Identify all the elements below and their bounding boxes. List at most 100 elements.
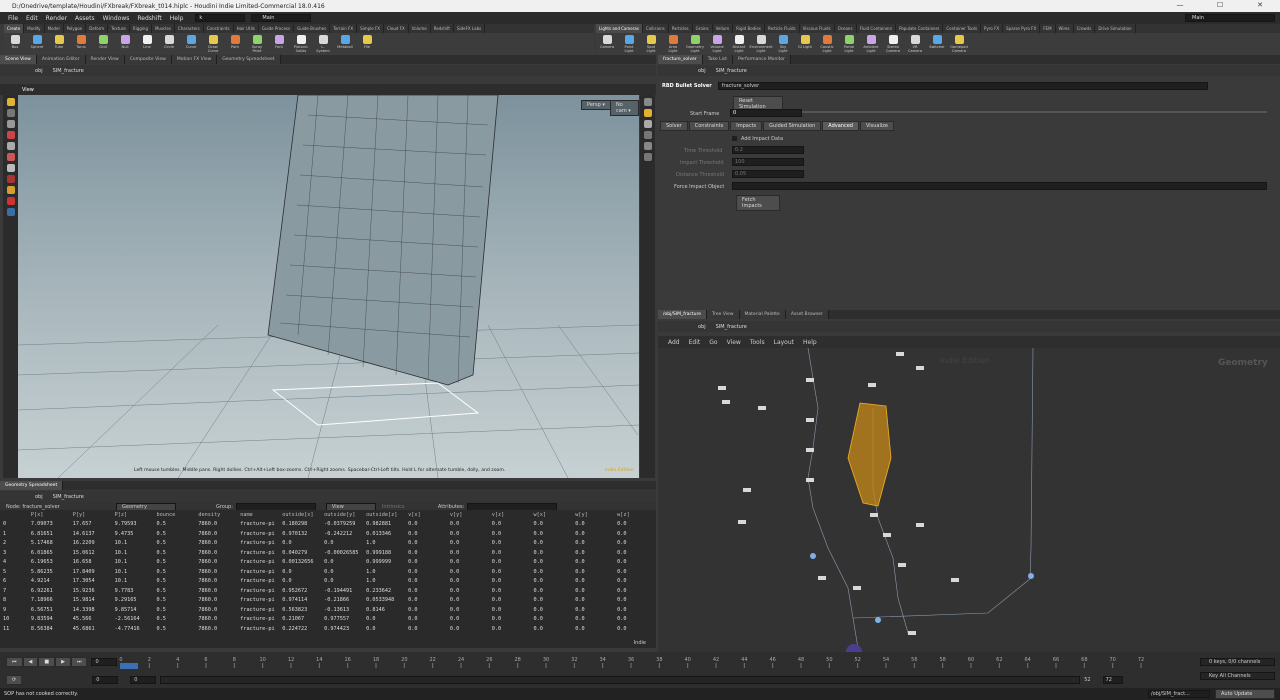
range-start-field[interactable]: 0 [92,676,119,684]
play-icon[interactable]: ▶ [55,657,71,667]
menu-windows[interactable]: Windows [99,15,134,22]
tab-param-0[interactable]: fracture_solver [658,55,703,64]
tab-scene-1[interactable]: Animation Editor [36,55,86,64]
tab-scene-3[interactable]: Composite View [124,55,172,64]
shelf-tool-10[interactable]: Path [227,33,243,49]
net-menu-0[interactable]: Add [668,339,680,346]
shading-icon[interactable] [643,120,652,128]
node-2[interactable] [722,400,730,404]
shelf-tab-right-4[interactable]: Vellum [713,24,734,33]
node-8[interactable] [896,352,904,356]
normals-display-icon[interactable] [643,153,652,161]
light-tool-10[interactable]: Caustic Light [819,33,835,53]
sheet-header-6[interactable]: name [237,510,279,520]
camera-persp-menu[interactable]: Persp ▾ [581,100,611,110]
shelf-tool-7[interactable]: Circle [161,33,177,49]
shelf-tab-right-7[interactable]: Viscous Fluids [800,24,835,33]
shelf-tab-left-7[interactable]: Muscles [152,24,175,33]
light-tool-9[interactable]: GI Light [797,33,813,49]
sheet-header-10[interactable]: v[x] [405,510,447,520]
paint-tool-icon[interactable] [6,186,15,194]
net-menu-2[interactable]: Go [709,339,717,346]
light-tool-0[interactable]: Camera [599,33,615,49]
sheet-header-5[interactable]: density [195,510,237,520]
shelf-tab-right-14[interactable]: FEM [1040,24,1056,33]
sheet-path-node[interactable]: SIM_fracture [53,494,84,500]
shelf-tab-left-0[interactable]: Create [4,24,25,33]
table-row[interactable]: 5 5.86235 17.8409 10.1 0.5 7860.0 fracture-pi 0… [0,567,656,577]
start-frame-field[interactable]: 0 [730,109,802,117]
sheet-header-13[interactable]: w[x] [531,510,573,520]
sheet-header-12[interactable]: v[z] [489,510,531,520]
table-row[interactable]: 3 6.01865 15.0612 10.1 0.5 7860.0 fracture-pi 0… [0,548,656,558]
current-frame-field[interactable]: 0 [91,658,118,666]
maximize-icon[interactable]: ☐ [1200,1,1240,11]
range-slider[interactable] [160,676,1081,684]
table-row[interactable]: 10 9.83594 45.566 -2.56164 0.5 7860.0 fracture… [0,615,656,625]
tab-network-0[interactable]: /obj/SIM_fracture [658,310,708,319]
close-icon[interactable]: ✕ [1240,1,1280,11]
light-tool-15[interactable]: Switcher [929,33,945,49]
shelf-tab-left-12[interactable]: Guide Brushes [294,24,331,33]
shelf-tool-14[interactable]: L-System [315,33,331,53]
handle-tool-icon[interactable] [6,142,15,150]
desktop-selector[interactable]: Main [251,14,312,22]
sheet-header-3[interactable]: P[z] [112,510,154,520]
shelf-tab-right-9[interactable]: Fluid Containers [857,24,897,33]
node-3[interactable] [758,406,766,410]
shelf-tab-left-6[interactable]: Rigging [130,24,152,33]
shelf-tab-right-6[interactable]: Particle Fluids [765,24,800,33]
shelf-tab-left-8[interactable]: Characters [175,24,204,33]
node-name-field[interactable]: fracture_solver [717,82,1208,90]
shelf-tab-right-10[interactable]: Populate Containers [896,24,944,33]
light-tool-16[interactable]: Gamepad Camera [950,33,968,53]
shelf-tool-6[interactable]: Line [139,33,155,49]
sheet-header-15[interactable]: w[z] [614,510,656,520]
shelf-tab-right-11[interactable]: Container Tools [943,24,982,33]
node-14[interactable] [883,533,891,537]
sheet-header-14[interactable]: w[y] [572,510,614,520]
shelf-tab-right-17[interactable]: Drive Simulation [1095,24,1136,33]
light-tool-12[interactable]: Ambient Light [863,33,879,53]
node-11[interactable] [743,488,751,492]
shelf-tab-right-0[interactable]: Lights and Cameras [596,24,643,33]
minimize-icon[interactable]: — [1160,1,1200,11]
shelf-tab-right-15[interactable]: Wires [1056,24,1074,33]
impact-threshold-field[interactable]: 100 [732,158,804,166]
node-12[interactable] [738,520,746,524]
table-row[interactable]: 9 6.56751 14.3398 9.85714 0.5 7860.0 fracture-… [0,605,656,615]
node-7[interactable] [806,478,814,482]
param-path-node[interactable]: SIM_fracture [716,68,747,74]
scene-viewport[interactable]: Persp ▾ No cam ▾ Left mouse tumbles. Mid… [18,95,639,478]
tab-network-3[interactable]: Asset Browser [785,310,829,319]
shelf-tab-left-4[interactable]: Deform [86,24,109,33]
shelf-tab-right-1[interactable]: Collisions [643,24,669,33]
node-20[interactable] [908,631,916,635]
shelf-tab-right-12[interactable]: Pyro FX [981,24,1004,33]
light-tool-14[interactable]: VR Camera [907,33,923,53]
node-6[interactable] [806,448,814,452]
node-5[interactable] [806,418,814,422]
tab-param-1[interactable]: Take List [702,55,733,64]
select-tool-icon[interactable] [6,98,15,106]
sheet-header-1[interactable]: P[x] [28,510,70,520]
sheet-header-0[interactable] [0,510,28,520]
sheet-header-2[interactable]: P[y] [70,510,112,520]
shelf-tab-left-13[interactable]: Terrain FX [330,24,358,33]
table-row[interactable]: 8 7.18966 15.9814 9.29165 0.5 7860.0 fracture-… [0,596,656,606]
jump-start-icon[interactable]: ⏮ [6,657,23,667]
node-10[interactable] [868,383,876,387]
force-impact-field[interactable] [732,182,1267,190]
shelf-tab-left-14[interactable]: Simple FX [357,24,385,33]
node-1[interactable] [718,386,726,390]
lighting-icon[interactable] [643,109,652,117]
node-15[interactable] [916,523,924,527]
shelf-tool-11[interactable]: Spray Paint [249,33,265,53]
shelf-tab-left-17[interactable]: Redshift [431,24,454,33]
net-menu-4[interactable]: Tools [750,339,765,346]
tab-scene-2[interactable]: Render View [85,55,125,64]
light-tool-4[interactable]: Geometry Light [686,33,704,53]
shelf-tab-left-11[interactable]: Guide Process [259,24,295,33]
shelf-tab-right-16[interactable]: Crowds [1074,24,1096,33]
shelf-tool-16[interactable]: File [359,33,375,49]
